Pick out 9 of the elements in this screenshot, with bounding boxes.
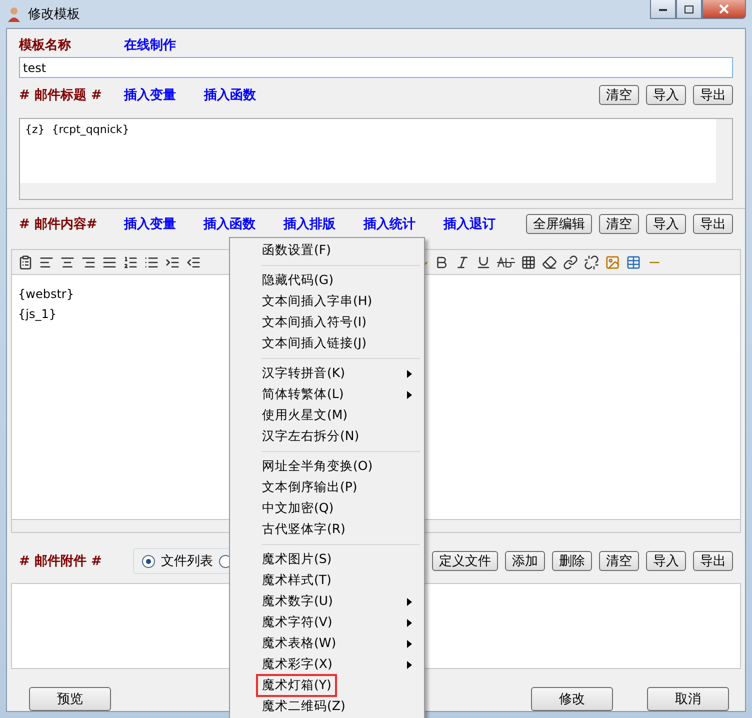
attachment-label: # 邮件附件 # xyxy=(19,553,103,570)
radio-label: 文件列表 xyxy=(161,553,213,570)
content-line: {js_1} xyxy=(18,307,56,321)
subject-text: {z} {rcpt_qqnick} xyxy=(24,122,130,138)
content-label: # 邮件内容# xyxy=(19,216,98,233)
window-title: 修改模板 xyxy=(28,6,80,23)
content-line: {webstr} xyxy=(18,287,74,301)
subject-label: # 邮件标题 # xyxy=(19,87,103,104)
template-name-label: 模板名称 xyxy=(19,37,72,54)
